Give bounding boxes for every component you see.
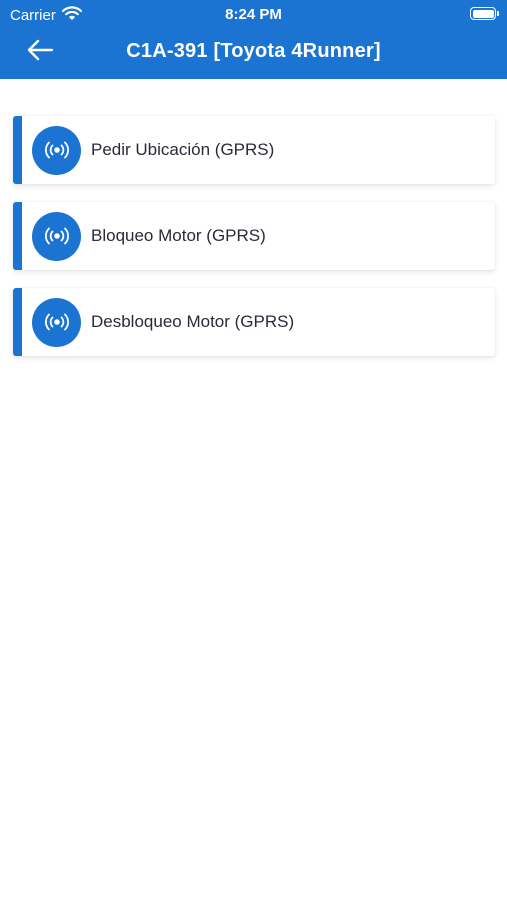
broadcast-icon: [32, 297, 81, 347]
command-list: Pedir Ubicación (GPRS) Bloqueo Motor (GP…: [13, 116, 495, 374]
nav-bar: C1A-391 [Toyota 4Runner]: [0, 28, 507, 79]
broadcast-icon: [32, 125, 81, 175]
app-header: Carrier 8:24 PM C1A-391 [Toyota 4Runner]: [0, 0, 507, 79]
command-item-pedir-ubicacion[interactable]: Pedir Ubicación (GPRS): [13, 116, 495, 184]
command-label: Bloqueo Motor (GPRS): [91, 226, 266, 245]
command-item-bloqueo-motor[interactable]: Bloqueo Motor (GPRS): [13, 202, 495, 270]
broadcast-icon: [32, 211, 81, 261]
command-item-desbloqueo-motor[interactable]: Desbloqueo Motor (GPRS): [13, 288, 495, 356]
battery-icon: [470, 7, 499, 20]
command-label: Desbloqueo Motor (GPRS): [91, 312, 295, 331]
status-bar: Carrier 8:24 PM: [0, 0, 507, 28]
status-time: 8:24 PM: [225, 6, 282, 23]
page-title: C1A-391 [Toyota 4Runner]: [126, 40, 381, 62]
command-label: Pedir Ubicación (GPRS): [91, 140, 275, 159]
